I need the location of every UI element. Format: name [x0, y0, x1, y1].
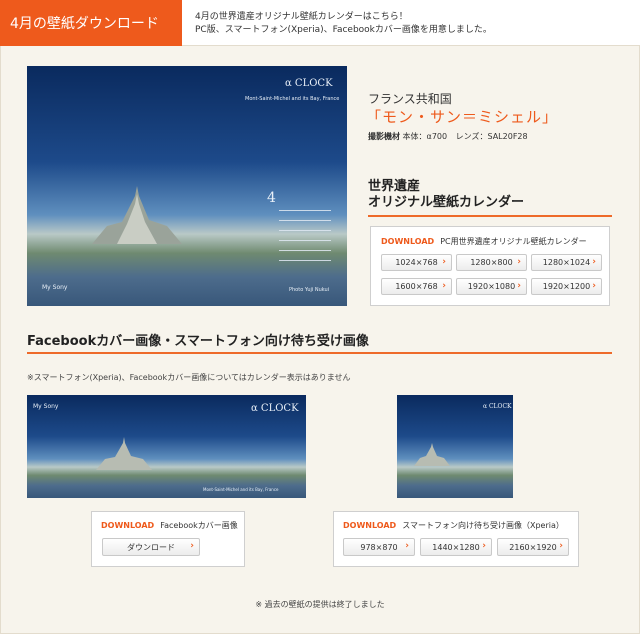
- specs-camera-label: 撮影機材: [368, 132, 400, 141]
- facebook-cover-preview: My Sony α CLOCK Mont-Saint-Michel and it…: [27, 395, 306, 498]
- specs-body: 本体：α700: [402, 132, 448, 141]
- pc-download-box: DOWNLOAD PC用世界遺産オリジナル壁紙カレンダー 1024×768 › 12…: [370, 226, 610, 306]
- mont-saint-michel-illustration: [92, 186, 182, 244]
- mysony-label: My Sony: [42, 284, 68, 291]
- size-label: 1920×1200: [542, 282, 591, 291]
- size-button-1440x1280[interactable]: 1440×1280 ›: [420, 538, 492, 556]
- calendar-title: 世界遺産 オリジナル壁紙カレンダー: [368, 179, 524, 211]
- header: 4月の壁紙ダウンロード 4月の世界遺産オリジナル壁紙カレンダーはこちら！ PC版…: [0, 0, 640, 46]
- sp-heading-text: スマートフォン向け待ち受け画像（Xperia）: [402, 521, 564, 530]
- pc-download-heading: DOWNLOAD PC用世界遺産オリジナル壁紙カレンダー: [381, 236, 587, 247]
- size-button-1280x800[interactable]: 1280×800 ›: [456, 254, 527, 271]
- header-desc-line2: PC版、スマートフォン(Xperia)、Facebookカバー画像を用意しました…: [195, 25, 492, 35]
- header-desc-line1: 4月の世界遺産オリジナル壁紙カレンダーはこちら！: [195, 12, 408, 22]
- chevron-right-icon: ›: [592, 257, 596, 267]
- location-caption: Mont-Saint-Michel and its Bay, France: [245, 96, 340, 102]
- chevron-right-icon: ›: [405, 541, 409, 551]
- size-label: 1440×1280: [432, 542, 480, 552]
- size-button-1920x1080[interactable]: 1920×1080 ›: [456, 278, 527, 295]
- fb-alpha-clock-logo: α CLOCK: [251, 403, 299, 414]
- size-button-1600x768[interactable]: 1600×768 ›: [381, 278, 452, 295]
- size-button-1280x1024[interactable]: 1280×1024 ›: [531, 254, 602, 271]
- size-label: 1920×1080: [467, 282, 516, 291]
- facebook-title-rule: [27, 352, 612, 354]
- fb-mysony-label: My Sony: [33, 403, 59, 410]
- specs-lens: レンズ：SAL20F28: [455, 132, 528, 141]
- alpha-clock-logo: α CLOCK: [285, 78, 333, 89]
- size-button-978x870[interactable]: 978×870 ›: [343, 538, 415, 556]
- calendar-month: 4: [267, 190, 276, 206]
- fb-heading-text: Facebookカバー画像: [160, 521, 238, 530]
- sp-alpha-clock-logo: α CLOCK: [483, 403, 512, 410]
- download-label: DOWNLOAD: [343, 521, 397, 530]
- smartphone-download-heading: DOWNLOAD スマートフォン向け待ち受け画像（Xperia）: [343, 520, 564, 531]
- smartphone-preview: α CLOCK: [397, 395, 513, 498]
- chevron-right-icon: ›: [517, 281, 521, 291]
- size-label: 2160×1920: [509, 542, 557, 552]
- header-description: 4月の世界遺産オリジナル壁紙カレンダーはこちら！ PC版、スマートフォン(Xpe…: [195, 11, 492, 37]
- size-button-2160x1920[interactable]: 2160×1920 ›: [497, 538, 569, 556]
- smartphone-download-box: DOWNLOAD スマートフォン向け待ち受け画像（Xperia） 978×870 ›…: [333, 511, 579, 567]
- place-name: 「モン・サン＝ミシェル」: [366, 108, 559, 126]
- size-label: 1024×768: [395, 258, 438, 267]
- chevron-right-icon: ›: [442, 257, 446, 267]
- chevron-right-icon: ›: [442, 281, 446, 291]
- chevron-right-icon: ›: [592, 281, 596, 291]
- country-name: フランス共和国: [368, 92, 452, 106]
- chevron-right-icon: ›: [482, 541, 486, 551]
- download-label: DOWNLOAD: [381, 237, 435, 246]
- fb-castle-illustration: [96, 437, 152, 470]
- photo-credit: Photo Yuji Nukui: [289, 287, 330, 293]
- pc-heading-text: PC用世界遺産オリジナル壁紙カレンダー: [440, 237, 587, 246]
- size-label: 1280×1024: [542, 258, 591, 267]
- equipment-specs: 撮影機材 本体：α700 レンズ：SAL20F28: [368, 131, 528, 142]
- calendar-title-line2: オリジナル壁紙カレンダー: [368, 195, 525, 210]
- facebook-section-note: ※スマートフォン(Xperia)、Facebookカバー画像についてはカレンダー…: [27, 373, 351, 382]
- calendar-title-line1: 世界遺産: [368, 179, 421, 194]
- facebook-download-heading: DOWNLOAD Facebookカバー画像: [101, 520, 238, 531]
- size-button-1024x768[interactable]: 1024×768 ›: [381, 254, 452, 271]
- facebook-section-title: Facebookカバー画像・スマートフォン向け待ち受け画像: [27, 334, 369, 349]
- chevron-right-icon: ›: [517, 257, 521, 267]
- wallpaper-preview: α CLOCK Mont-Saint-Michel and its Bay, F…: [27, 66, 347, 306]
- sp-castle-illustration: [414, 443, 450, 466]
- fb-location-caption: Mont-Saint-Michel and its Bay, France: [203, 487, 279, 492]
- footer-note: ※ 過去の壁紙の提供は終了しました: [255, 600, 385, 609]
- size-label: 978×870: [360, 542, 398, 552]
- download-label: DOWNLOAD: [101, 521, 155, 530]
- chevron-right-icon: ›: [190, 541, 194, 551]
- facebook-download-button[interactable]: ダウンロード ›: [102, 538, 200, 556]
- header-tab: 4月の壁紙ダウンロード: [0, 0, 182, 46]
- calendar-grid: [279, 210, 331, 261]
- chevron-right-icon: ›: [559, 541, 563, 551]
- size-label: 1280×800: [470, 258, 513, 267]
- download-button-label: ダウンロード: [127, 542, 175, 552]
- size-button-1920x1200[interactable]: 1920×1200 ›: [531, 278, 602, 295]
- size-label: 1600×768: [395, 282, 438, 291]
- facebook-download-box: DOWNLOAD Facebookカバー画像 ダウンロード ›: [91, 511, 245, 567]
- calendar-title-rule: [368, 215, 612, 217]
